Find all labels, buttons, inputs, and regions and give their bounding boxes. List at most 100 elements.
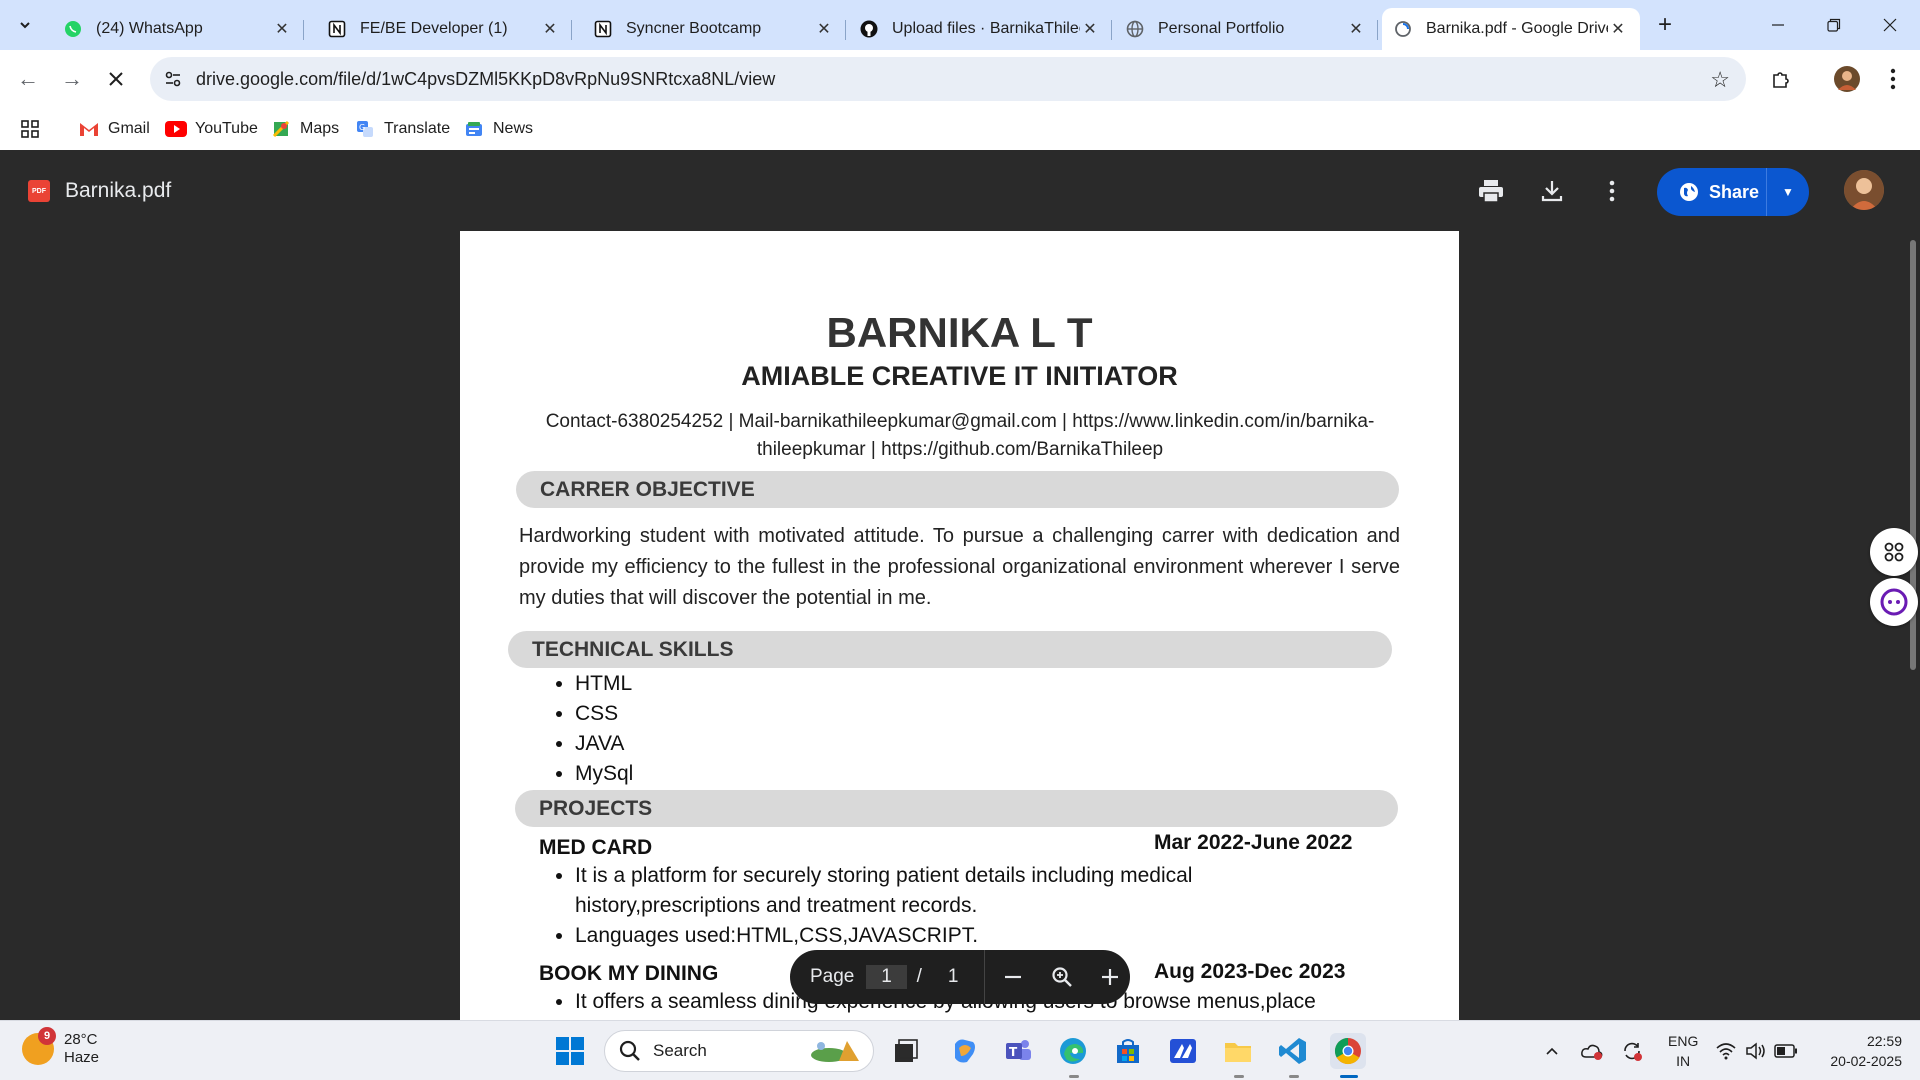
tab-upload-files[interactable]: Upload files · BarnikaThileep ✕ [848, 8, 1112, 50]
language-indicator[interactable]: ENG IN [1668, 1031, 1698, 1071]
tab-label: Syncner Bootcamp [626, 20, 762, 37]
file-name: Barnika.pdf [65, 179, 172, 202]
download-button[interactable] [1537, 176, 1567, 206]
weather-widget[interactable]: 9 28°C Haze [22, 1027, 99, 1067]
bookmark-label: Translate [384, 120, 451, 137]
project-date: Mar 2022-June 2022 [1154, 831, 1353, 854]
bookmark-label: Maps [300, 120, 340, 137]
minimize-button[interactable] [1750, 0, 1806, 50]
store-icon [1117, 1039, 1139, 1063]
apps-button[interactable] [20, 114, 40, 144]
close-icon[interactable]: ✕ [272, 19, 292, 39]
onedrive-button[interactable] [1580, 1033, 1604, 1069]
address-bar[interactable]: drive.google.com/file/d/1wC4pvsDZMl5KKpD… [150, 57, 1746, 101]
edge-button[interactable] [1055, 1033, 1091, 1069]
wifi-button[interactable] [1714, 1033, 1738, 1069]
more-actions-button[interactable] [1597, 176, 1627, 206]
github-icon [860, 20, 878, 38]
vscode-button[interactable] [1275, 1033, 1311, 1069]
running-indicator [1069, 1075, 1079, 1078]
tab-search-button[interactable] [10, 10, 40, 40]
apps-grid-icon [21, 120, 39, 138]
bookmarks-bar: Gmail YouTube Maps G Translate News [0, 108, 1920, 150]
divider [984, 950, 986, 1004]
arrow-right-icon: → [61, 66, 83, 91]
tab-personal-portfolio[interactable]: Personal Portfolio ✕ [1114, 8, 1378, 50]
translate-icon: G [354, 120, 376, 138]
new-tab-button[interactable]: + [1650, 10, 1680, 40]
task-view-icon [895, 1039, 918, 1062]
close-icon[interactable]: ✕ [814, 19, 834, 39]
bookmark-youtube[interactable]: YouTube [165, 114, 258, 144]
site-info-icon[interactable] [160, 66, 186, 92]
chrome-button[interactable] [1330, 1033, 1366, 1069]
search-placeholder: Search [653, 1041, 707, 1060]
store-button[interactable] [1110, 1033, 1146, 1069]
battery-icon [1774, 1044, 1797, 1058]
speaker-icon [1746, 1042, 1765, 1060]
profile-button[interactable] [1832, 64, 1862, 94]
show-hidden-icons-button[interactable] [1540, 1033, 1564, 1069]
print-button[interactable] [1476, 176, 1506, 206]
taskbar-search[interactable]: Search [604, 1030, 874, 1072]
bookmark-maps[interactable]: Maps [270, 114, 339, 144]
close-icon[interactable]: ✕ [1608, 19, 1628, 39]
zoom-out-button[interactable] [993, 956, 1033, 998]
windows-icon [556, 1037, 584, 1065]
extensions-button[interactable] [1766, 64, 1796, 94]
bookmark-label: YouTube [195, 120, 258, 137]
back-button[interactable]: ← [12, 63, 44, 95]
star-icon[interactable]: ☆ [1710, 67, 1730, 93]
app-button[interactable] [1165, 1033, 1201, 1069]
total-pages: 1 [947, 966, 959, 987]
close-window-button[interactable] [1862, 0, 1918, 50]
zoom-in-button[interactable] [1090, 956, 1130, 998]
avatar [1844, 170, 1884, 210]
notification-badge: 9 [38, 1027, 56, 1045]
bookmark-gmail[interactable]: Gmail [78, 114, 150, 144]
bookmark-translate[interactable]: G Translate [354, 114, 450, 144]
volume-button[interactable] [1744, 1033, 1768, 1069]
account-avatar[interactable] [1844, 170, 1884, 210]
stop-button[interactable] [100, 63, 132, 95]
chrome-icon [1334, 1037, 1361, 1065]
notion-icon [594, 20, 612, 38]
section-heading-skills: TECHNICAL SKILLS [508, 631, 1392, 668]
drive-icon [1394, 20, 1412, 38]
close-icon[interactable]: ✕ [540, 19, 560, 39]
browser-toolbar: ← → drive.google.com/file/d/1wC4pvsDZMl5… [0, 50, 1920, 108]
bookmark-label: Gmail [108, 120, 150, 137]
maps-icon [270, 120, 292, 138]
close-icon[interactable]: ✕ [1080, 19, 1100, 39]
copilot-button[interactable] [946, 1033, 982, 1069]
skills-list: HTML CSS JAVA MySql [575, 669, 633, 789]
task-view-button[interactable] [888, 1033, 924, 1069]
share-button[interactable]: Share ▼ [1657, 168, 1809, 216]
chrome-menu-button[interactable] [1878, 64, 1908, 94]
battery-button[interactable] [1774, 1033, 1798, 1069]
side-assistant-button[interactable] [1870, 578, 1918, 626]
search-icon [619, 1040, 640, 1061]
tab-syncner-bootcamp[interactable]: Syncner Bootcamp ✕ [582, 8, 846, 50]
start-button[interactable] [552, 1033, 588, 1069]
tab-whatsapp[interactable]: (24) WhatsApp ✕ [52, 8, 304, 50]
share-main-button[interactable]: Share [1657, 168, 1767, 216]
bookmark-label: News [493, 120, 534, 137]
tab-barnika-pdf[interactable]: Barnika.pdf - Google Drive ✕ [1382, 8, 1640, 50]
close-icon[interactable]: ✕ [1346, 19, 1366, 39]
tab-fe-be-developer[interactable]: FE/BE Developer (1) ✕ [316, 8, 572, 50]
zoom-fit-button[interactable] [1042, 956, 1082, 998]
restore-button[interactable] [1806, 0, 1862, 50]
forward-button[interactable]: → [56, 63, 88, 95]
sync-button[interactable] [1620, 1033, 1644, 1069]
side-apps-button[interactable] [1870, 528, 1918, 576]
apps-shortcut-icon [1884, 542, 1904, 562]
teams-button[interactable]: T [1000, 1033, 1036, 1069]
file-explorer-button[interactable] [1220, 1033, 1256, 1069]
system-clock[interactable]: 22:59 20-02-2025 [1830, 1031, 1902, 1071]
share-label: Share [1709, 181, 1760, 202]
bookmark-news[interactable]: News [463, 114, 533, 144]
page-number-input[interactable]: 1 [866, 965, 907, 989]
list-item: CSS [575, 699, 633, 729]
share-dropdown-button[interactable]: ▼ [1767, 185, 1809, 199]
